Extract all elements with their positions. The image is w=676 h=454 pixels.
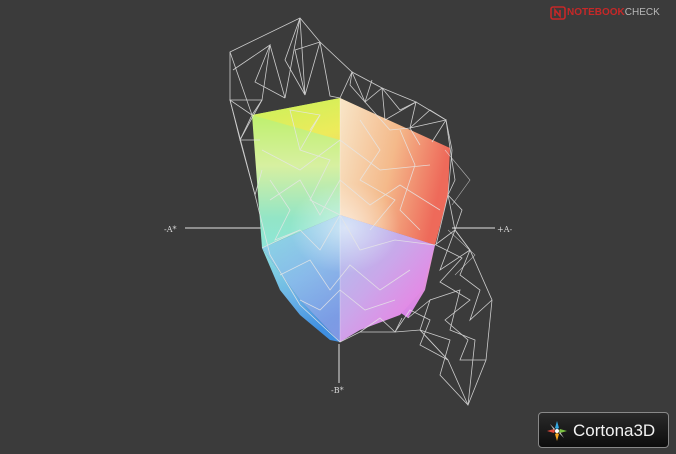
gamut-solid bbox=[252, 98, 450, 342]
cortona3d-badge[interactable]: Cortona3D bbox=[538, 412, 669, 448]
axis-label-neg-a: -A* bbox=[164, 225, 177, 234]
axis-label-pos-a: +A- bbox=[497, 225, 513, 234]
wordmark-check: CHECK bbox=[624, 7, 660, 18]
notebookcheck-watermark: NOTEBOOKCHECK bbox=[549, 4, 673, 22]
notebookcheck-wordmark: NOTEBOOKCHECK bbox=[567, 7, 660, 18]
cortona3d-logo-icon bbox=[547, 421, 567, 441]
notebookcheck-logo-icon bbox=[550, 6, 566, 20]
axis-label-neg-b: -B* bbox=[331, 386, 344, 395]
cortona3d-text: Cortona3D bbox=[573, 421, 656, 440]
gamut-white-point bbox=[290, 183, 400, 273]
wordmark-notebook: NOTEBOOK bbox=[567, 7, 625, 18]
